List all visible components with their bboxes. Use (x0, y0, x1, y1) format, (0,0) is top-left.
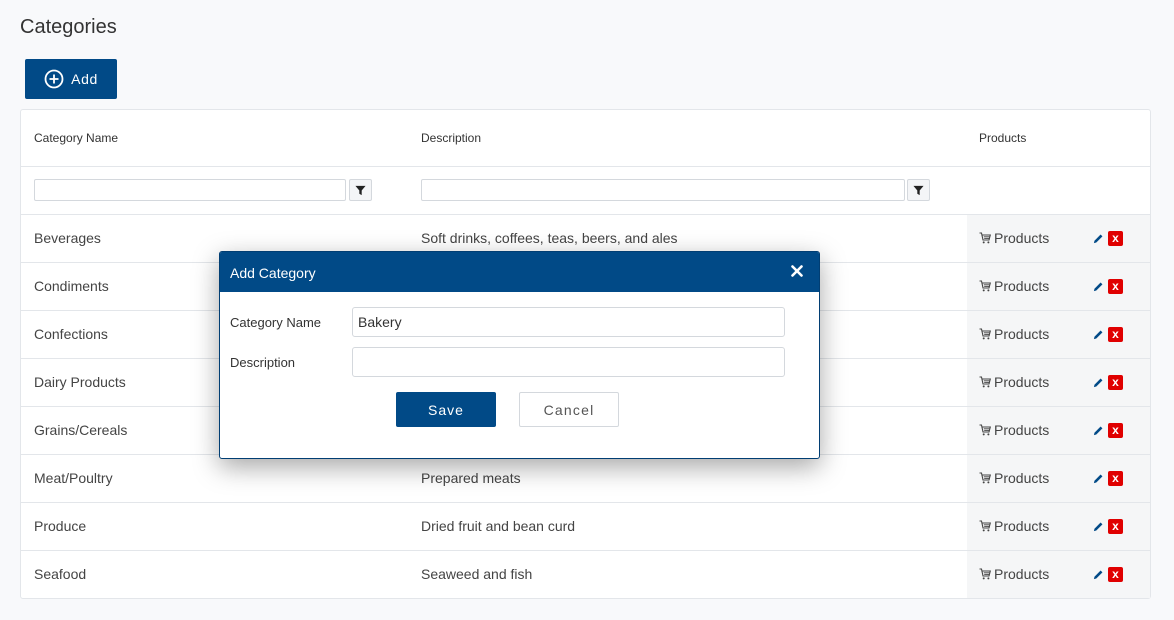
category-name-cell: Grains/Cereals (34, 422, 128, 438)
cart-icon (979, 328, 991, 340)
products-cell: Products x (967, 263, 1150, 310)
category-name-filter-input[interactable] (34, 179, 346, 201)
products-cell: Products x (967, 311, 1150, 358)
category-name-cell: Produce (34, 518, 87, 534)
category-name-input[interactable] (352, 307, 785, 337)
filter-icon (355, 185, 366, 195)
products-link[interactable]: Products (979, 470, 1049, 486)
pencil-icon[interactable] (1093, 569, 1104, 580)
cart-icon (979, 232, 991, 244)
products-link[interactable]: Products (979, 374, 1049, 390)
products-link-label: Products (994, 518, 1050, 534)
products-link[interactable]: Products (979, 566, 1049, 582)
pencil-icon[interactable] (1093, 473, 1104, 484)
products-cell: Products x (967, 407, 1150, 454)
add-button[interactable]: Add (25, 59, 117, 99)
pencil-icon[interactable] (1093, 233, 1104, 244)
cart-icon (979, 472, 991, 484)
products-link-label: Products (994, 422, 1050, 438)
cart-icon (979, 280, 991, 292)
products-link[interactable]: Products (979, 518, 1049, 534)
table-row: Seafood Seaweed and fish Products x (21, 551, 1150, 598)
products-link[interactable]: Products (979, 326, 1049, 342)
products-cell: Products x (967, 551, 1150, 598)
cart-icon (979, 520, 991, 532)
grid-header: Category Name Description Products (21, 110, 1150, 167)
products-cell: Products x (967, 455, 1150, 502)
pencil-icon[interactable] (1093, 329, 1104, 340)
products-link-label: Products (994, 566, 1050, 582)
products-link-label: Products (994, 470, 1050, 486)
products-link[interactable]: Products (979, 278, 1049, 294)
filter-icon (913, 185, 924, 195)
products-link-label: Products (994, 278, 1050, 294)
description-cell: Prepared meats (421, 470, 521, 486)
column-header-products: Products (979, 131, 1027, 145)
products-link-label: Products (994, 326, 1050, 342)
pencil-icon[interactable] (1093, 425, 1104, 436)
products-link[interactable]: Products (979, 230, 1049, 246)
category-name-cell: Confections (34, 326, 108, 342)
description-filter-button[interactable] (907, 179, 930, 201)
category-name-cell: Dairy Products (34, 374, 126, 390)
products-link-label: Products (994, 374, 1050, 390)
category-name-label: Category Name (230, 315, 322, 330)
products-cell: Products x (967, 215, 1150, 262)
category-name-cell: Condiments (34, 278, 109, 294)
pencil-icon[interactable] (1093, 377, 1104, 388)
category-name-filter-button[interactable] (349, 179, 372, 201)
cart-icon (979, 424, 991, 436)
cart-icon (979, 568, 991, 580)
add-category-dialog: Add Category Category Name Description S… (219, 251, 820, 459)
add-button-label: Add (71, 71, 98, 87)
delete-icon[interactable]: x (1108, 423, 1123, 438)
category-name-cell: Seafood (34, 566, 87, 582)
close-icon[interactable] (791, 265, 803, 277)
delete-icon[interactable]: x (1108, 519, 1123, 534)
column-header-category-name[interactable]: Category Name (34, 131, 118, 145)
category-name-cell: Meat/Poultry (34, 470, 113, 486)
pencil-icon[interactable] (1093, 521, 1104, 532)
plus-circle-icon (44, 69, 64, 89)
cart-icon (979, 376, 991, 388)
dialog-title: Add Category (230, 265, 316, 281)
cancel-button[interactable]: Cancel (519, 392, 619, 427)
dialog-header: Add Category (220, 252, 819, 292)
description-cell: Dried fruit and bean curd (421, 518, 576, 534)
save-button[interactable]: Save (396, 392, 496, 427)
products-link[interactable]: Products (979, 422, 1049, 438)
delete-icon[interactable]: x (1108, 471, 1123, 486)
description-label: Description (230, 355, 296, 370)
description-filter-input[interactable] (421, 179, 905, 201)
category-name-cell: Beverages (34, 230, 101, 246)
delete-icon[interactable]: x (1108, 375, 1123, 390)
products-cell: Products x (967, 359, 1150, 406)
table-row: Meat/Poultry Prepared meats Products x (21, 455, 1150, 503)
table-row: Produce Dried fruit and bean curd Products… (21, 503, 1150, 551)
description-cell: Seaweed and fish (421, 566, 533, 582)
pencil-icon[interactable] (1093, 281, 1104, 292)
products-cell: Products x (967, 503, 1150, 550)
delete-icon[interactable]: x (1108, 567, 1123, 582)
column-header-description[interactable]: Description (421, 131, 481, 145)
products-link-label: Products (994, 230, 1050, 246)
page-title: Categories (20, 16, 117, 38)
delete-icon[interactable]: x (1108, 279, 1123, 294)
description-input[interactable] (352, 347, 785, 377)
delete-icon[interactable]: x (1108, 327, 1123, 342)
delete-icon[interactable]: x (1108, 231, 1123, 246)
filter-row (21, 167, 1150, 215)
